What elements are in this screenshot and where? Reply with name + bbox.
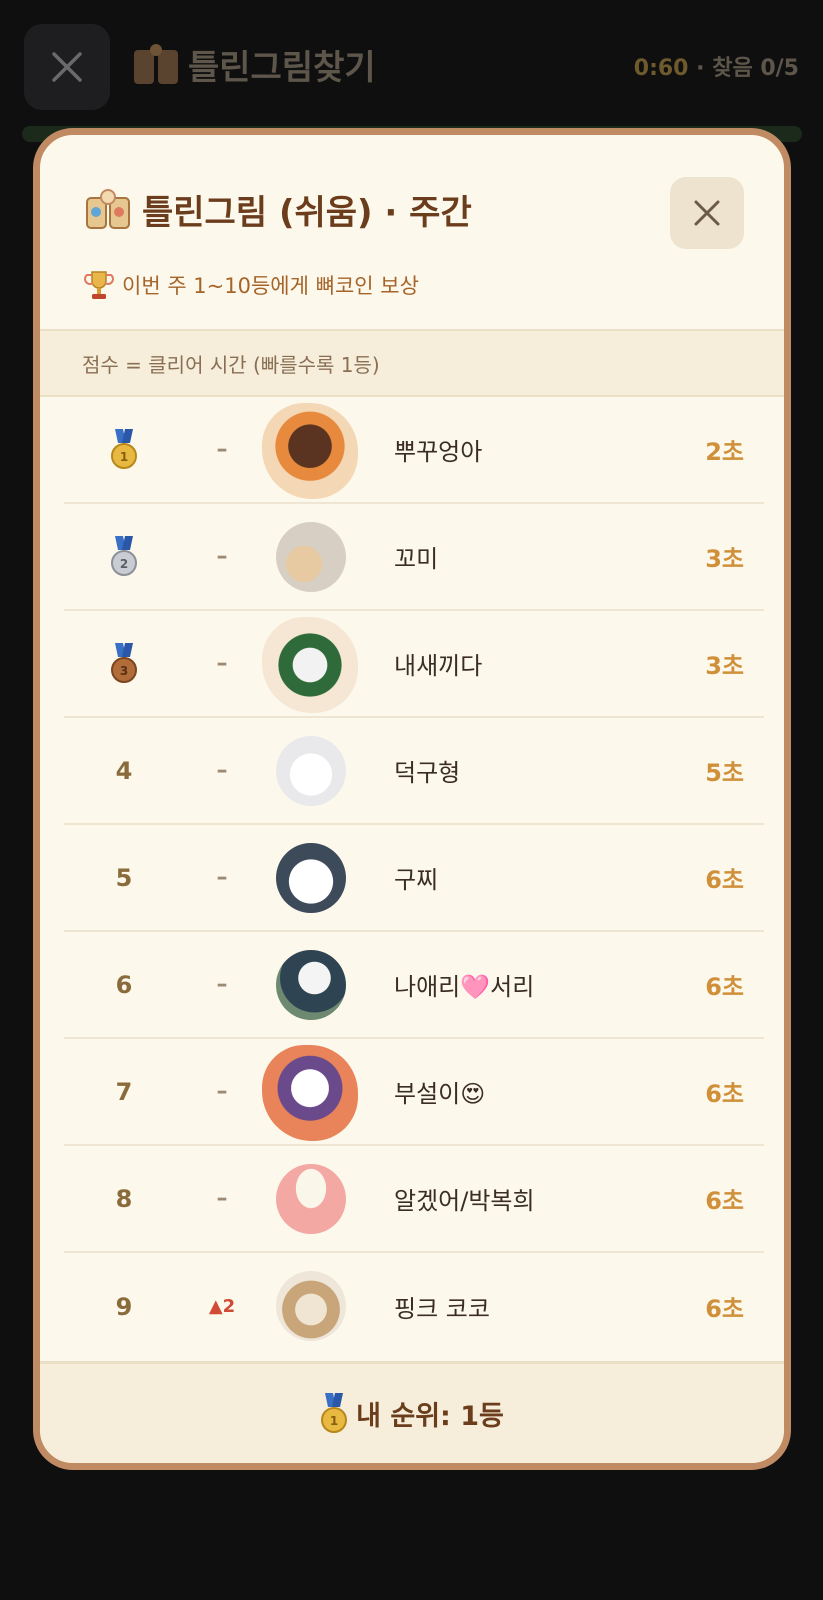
player-name: 부설이😍 <box>394 1080 486 1108</box>
player-name: 덕구형 <box>394 759 461 787</box>
status-separator: · <box>696 56 705 81</box>
rank-medal: 3 <box>104 611 144 716</box>
leaderboard-modal: 틀린그림 (쉬움) · 주간 이번 주 1~10등에게 뼈코인 보상 점수 = … <box>33 128 791 1470</box>
leaderboard-row[interactable]: 4 – 덕구형 5초 <box>64 718 764 825</box>
player-name: 구찌 <box>394 866 439 894</box>
rank-change: – <box>216 972 228 997</box>
game-timer: 0:60 <box>633 56 689 81</box>
rank-number: 8 <box>115 1184 133 1213</box>
leaderboard-row[interactable]: 5 – 구찌 6초 <box>64 825 764 932</box>
avatar[interactable] <box>276 1164 346 1234</box>
rank-number: 5 <box>115 863 133 892</box>
avatar[interactable] <box>276 843 346 913</box>
leaderboard-row[interactable]: 1 – 뿌꾸엉아 2초 <box>64 397 764 504</box>
reward-info: 이번 주 1~10등에게 뼈코인 보상 <box>84 269 419 301</box>
avatar[interactable] <box>276 1271 346 1341</box>
player-score: 3초 <box>705 652 744 680</box>
rank-change: – <box>216 865 228 890</box>
player-score: 6초 <box>705 1080 744 1108</box>
player-score: 6초 <box>705 866 744 894</box>
avatar[interactable] <box>262 1045 358 1141</box>
player-score: 2초 <box>705 438 744 466</box>
rank-change: – <box>216 651 228 676</box>
rank-number: 6 <box>115 970 133 999</box>
svg-text:2: 2 <box>120 557 128 571</box>
game-title-text: 틀린그림찾기 <box>188 48 376 88</box>
rank-change: – <box>216 1079 228 1104</box>
rank-change: – <box>216 544 228 569</box>
player-name: 뿌꾸엉아 <box>394 438 483 466</box>
player-score: 5초 <box>705 759 744 787</box>
modal-header: 틀린그림 (쉬움) · 주간 이번 주 1~10등에게 뼈코인 보상 <box>40 135 784 329</box>
reward-text: 이번 주 1~10등에게 뼈코인 보상 <box>122 274 419 298</box>
player-name: 꼬미 <box>394 545 439 573</box>
leaderboard-row[interactable]: 3 – 내새끼다 3초 <box>64 611 764 718</box>
player-score: 6초 <box>705 973 744 1001</box>
silver-medal-icon: 2 <box>111 535 137 576</box>
rank-number: 9 <box>115 1292 133 1321</box>
avatar[interactable] <box>276 736 346 806</box>
player-score: 6초 <box>705 1187 744 1215</box>
rank-up-indicator: ▲2 <box>208 1296 236 1317</box>
leaderboard-list: 1 – 뿌꾸엉아 2초 2 – 꼬미 3초 3 – 내새끼다 3초 4 – 덕구… <box>64 397 764 1360</box>
found-count: 찾음 0/5 <box>712 56 799 81</box>
my-rank-text: 내 순위: 1등 <box>356 1401 504 1432</box>
svg-text:1: 1 <box>330 1414 338 1428</box>
player-score: 3초 <box>705 545 744 573</box>
modal-close-button[interactable] <box>670 177 744 249</box>
bronze-medal-icon: 3 <box>111 642 137 683</box>
rank-change: – <box>216 1186 228 1211</box>
avatar[interactable] <box>262 403 358 499</box>
modal-title: 틀린그림 (쉬움) · 주간 <box>84 185 472 234</box>
leaderboard-row[interactable]: 2 – 꼬미 3초 <box>64 504 764 611</box>
game-status: 0:60 · 찾음 0/5 <box>634 50 799 82</box>
leaderboard-row[interactable]: 8 – 알겠어/박복희 6초 <box>64 1146 764 1253</box>
puzzle-cards-icon <box>134 43 178 84</box>
rank-change: – <box>216 437 228 462</box>
svg-text:3: 3 <box>120 664 128 678</box>
player-name: 알겠어/박복희 <box>394 1187 535 1215</box>
game-close-button[interactable] <box>24 24 110 110</box>
avatar[interactable] <box>276 522 346 592</box>
close-icon <box>52 52 82 82</box>
trophy-icon <box>84 271 114 299</box>
leaderboard-row[interactable]: 7 – 부설이😍 6초 <box>64 1039 764 1146</box>
avatar[interactable] <box>276 950 346 1020</box>
rank-number: 7 <box>115 1077 133 1106</box>
gold-medal-icon: 1 <box>321 1392 348 1433</box>
leaderboard-row[interactable]: 6 – 나애리🩷서리 6초 <box>64 932 764 1039</box>
game-header: 틀린그림찾기 0:60 · 찾음 0/5 <box>0 0 823 142</box>
svg-text:1: 1 <box>120 450 128 464</box>
rank-medal: 2 <box>104 504 144 609</box>
my-rank-footer: 1 내 순위: 1등 <box>40 1361 784 1463</box>
rank-change: – <box>216 758 228 783</box>
player-score: 6초 <box>705 1295 744 1323</box>
leaderboard-row[interactable]: 9 ▲2 핑크 코코 6초 <box>64 1253 764 1360</box>
gold-medal-icon: 1 <box>111 428 137 469</box>
game-title: 틀린그림찾기 <box>132 40 376 89</box>
close-icon <box>694 200 720 226</box>
avatar[interactable] <box>262 617 358 713</box>
rank-number: 4 <box>115 756 133 785</box>
puzzle-cards-icon <box>86 188 130 229</box>
rank-medal: 1 <box>104 397 144 502</box>
player-name: 내새끼다 <box>394 652 483 680</box>
player-name: 나애리🩷서리 <box>394 973 535 1001</box>
modal-title-text: 틀린그림 (쉬움) · 주간 <box>142 193 472 233</box>
score-note: 점수 = 클리어 시간 (빠를수록 1등) <box>40 329 784 397</box>
player-name: 핑크 코코 <box>394 1295 490 1323</box>
